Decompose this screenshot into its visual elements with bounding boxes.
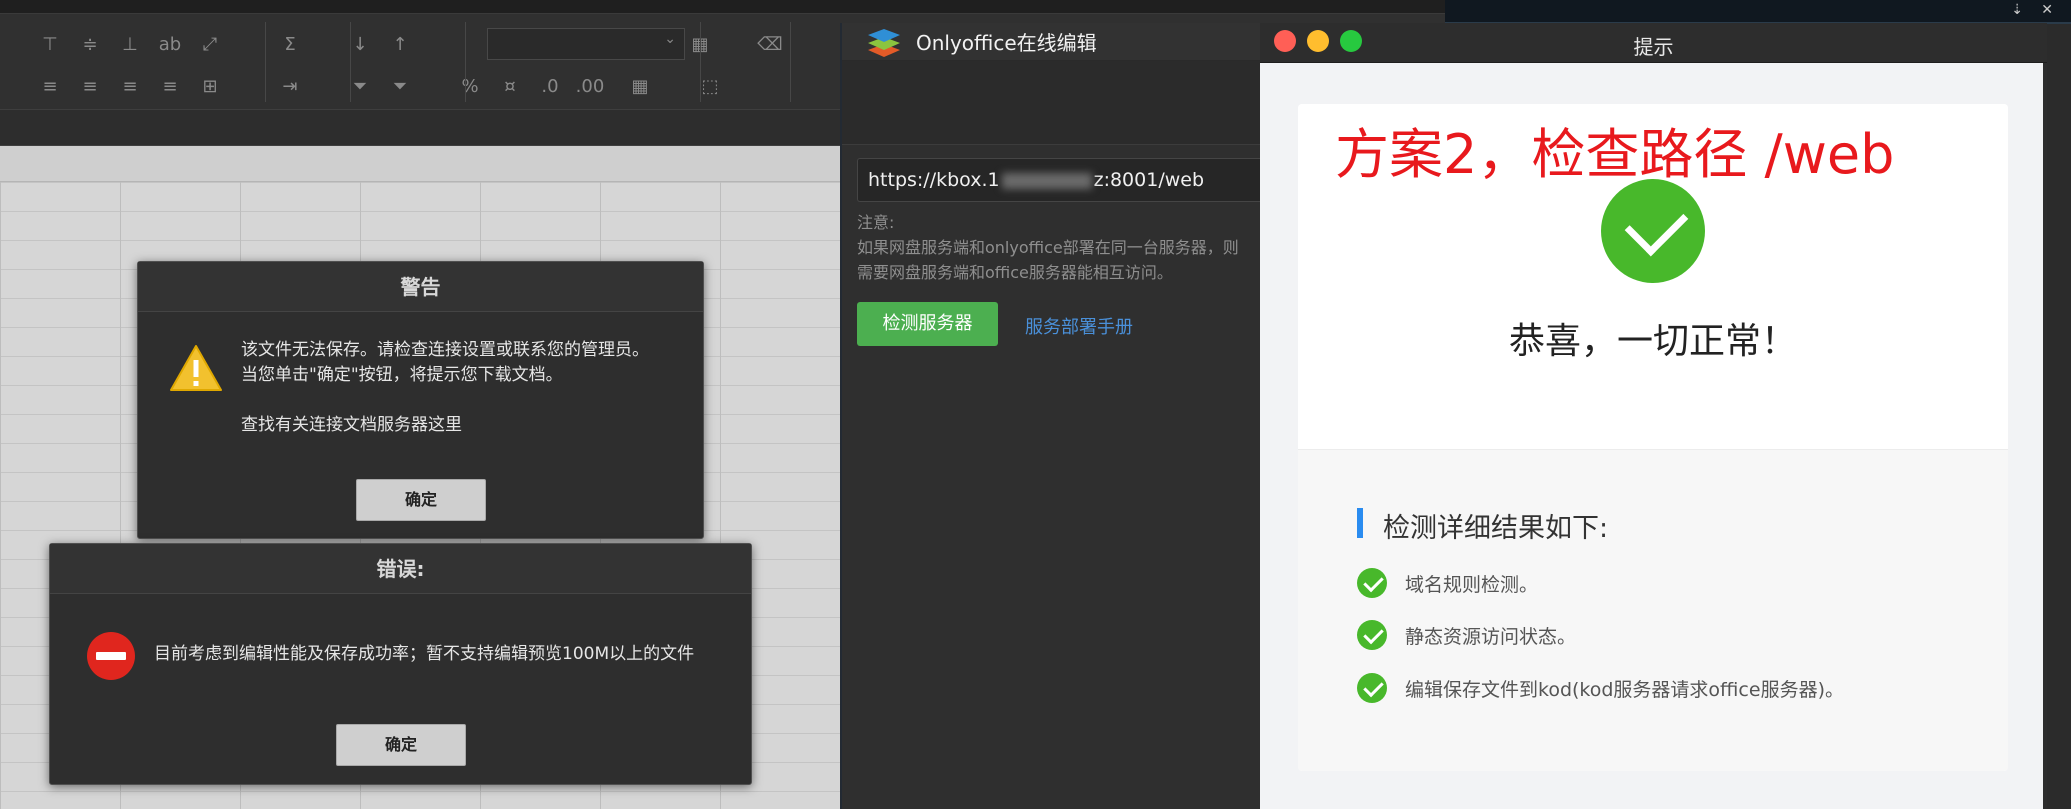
warning-line-1: 该文件无法保存。请检查连接设置或联系您的管理员。 <box>241 340 649 360</box>
check-circle-icon <box>1601 179 1705 283</box>
onlyoffice-settings-window: Onlyoffice在线编辑 https://kbox.1 z:8001/web … <box>840 23 1277 809</box>
check-result-window: 提示 方案2，检查路径 /web 恭喜，一切正常！ 检测详细结果如下: 域名规则… <box>1260 23 2047 809</box>
align-bottom-icon[interactable]: ⊥ <box>110 30 150 58</box>
desktop-screen: ⊤ ≑ ⊥ ab ⤢ Σ ↓ ↑ ▦ ⌫ ≡ ≡ ≡ ≡ ⊞ ⇥ ⏷ ⏷ % ¤… <box>0 0 2071 809</box>
number-format-select[interactable] <box>487 28 685 60</box>
align-top-icon[interactable]: ⊤ <box>30 30 70 58</box>
check-server-button[interactable]: 检测服务器 <box>857 302 998 346</box>
background-window-strip: ⇣ ✕ <box>1445 0 2071 24</box>
result-item: 域名规则检测。 <box>1357 566 1538 600</box>
text-angle-icon[interactable]: ⤢ <box>190 30 230 58</box>
align-middle-icon[interactable]: ≑ <box>70 30 110 58</box>
warning-dialog: 警告 该文件无法保存。请检查连接设置或联系您的管理员。 当您单击"确定"按钮，将… <box>137 261 704 539</box>
details-section-header: 检测详细结果如下: <box>1357 506 1608 545</box>
wrap-text-icon[interactable]: ⇥ <box>270 72 310 100</box>
red-annotation-text: 方案2，检查路径 /web <box>1335 123 1895 186</box>
server-url-prefix: https://kbox.1 <box>868 169 1000 191</box>
toolbar-divider <box>265 22 266 102</box>
warning-help-link[interactable]: 查找有关连接文档服务器这里 <box>241 413 701 438</box>
result-item-label: 编辑保存文件到kod(kod服务器请求office服务器)。 <box>1405 678 1844 701</box>
justify-icon[interactable]: ≡ <box>150 72 190 100</box>
sort-descending-icon[interactable]: ↑ <box>380 30 420 58</box>
result-titlebar: 提示 <box>1260 23 2047 63</box>
delete-cells-icon[interactable]: ▦ <box>620 72 660 100</box>
toolbar-divider <box>465 22 466 102</box>
warning-line-2: 当您单击"确定"按钮，将提示您下载文档。 <box>241 365 563 385</box>
align-right-icon[interactable]: ≡ <box>110 72 150 100</box>
warning-dialog-title: 警告 <box>138 262 703 312</box>
window-border <box>2043 63 2047 809</box>
result-item-label: 静态资源访问状态。 <box>1405 625 1577 648</box>
result-item: 静态资源访问状态。 <box>1357 618 1576 652</box>
editor-title-strip <box>0 0 1445 14</box>
check-circle-icon <box>1357 673 1387 703</box>
align-left-icon[interactable]: ≡ <box>30 72 70 100</box>
filter-icon[interactable]: ⏷ <box>340 72 380 100</box>
check-circle-icon <box>1357 568 1387 598</box>
minimize-icon[interactable]: ⇣ <box>2011 2 2023 18</box>
clear-icon[interactable]: ⌫ <box>750 30 790 58</box>
result-summary: 方案2，检查路径 /web 恭喜，一切正常！ <box>1298 104 2008 449</box>
sum-icon[interactable]: Σ <box>270 30 310 58</box>
clear-filter-icon[interactable]: ⏷ <box>380 72 420 100</box>
text-orientation-icon[interactable]: ab <box>150 30 190 58</box>
decrease-decimal-icon[interactable]: .0 <box>530 72 570 100</box>
merge-cells-icon[interactable]: ⊞ <box>190 72 230 100</box>
error-ok-button[interactable]: 确定 <box>336 724 466 766</box>
currency-icon[interactable]: ¤ <box>490 72 530 100</box>
toolbar-divider <box>790 22 791 102</box>
warning-triangle-icon <box>170 345 222 391</box>
error-dialog: 错误: 目前考虑到编辑性能及保存成功率；暂不支持编辑预览100M以上的文件 确定 <box>49 543 752 785</box>
deployment-manual-link[interactable]: 服务部署手册 <box>1025 313 1133 339</box>
onlyoffice-titlebar: Onlyoffice在线编辑 <box>842 23 1260 61</box>
error-message: 目前考虑到编辑性能及保存成功率；暂不支持编辑预览100M以上的文件 <box>154 644 695 664</box>
onlyoffice-header-band <box>842 61 1262 145</box>
result-details <box>1298 449 2008 771</box>
deployment-note: 注意: 如果网盘服务端和onlyoffice部署在同一台服务器，则 需要网盘服务… <box>857 210 1297 285</box>
result-item: 编辑保存文件到kod(kod服务器请求office服务器)。 <box>1357 671 1844 705</box>
warning-ok-button[interactable]: 确定 <box>356 479 486 521</box>
onlyoffice-logo <box>868 28 900 57</box>
warning-message: 该文件无法保存。请检查连接设置或联系您的管理员。 当您单击"确定"按钮，将提示您… <box>241 338 701 438</box>
toolbar-divider <box>700 22 701 102</box>
result-card: 方案2，检查路径 /web 恭喜，一切正常！ 检测详细结果如下: 域名规则检测。… <box>1298 104 2008 771</box>
error-stop-icon <box>87 632 135 680</box>
redacted-url-segment <box>1001 172 1092 189</box>
column-header <box>0 146 840 182</box>
result-item-label: 域名规则检测。 <box>1405 573 1539 596</box>
note-line-1: 如果网盘服务端和onlyoffice部署在同一台服务器，则 <box>857 238 1239 257</box>
percent-icon[interactable]: % <box>450 72 490 100</box>
result-window-title: 提示 <box>1633 35 1674 59</box>
toolbar-divider <box>350 22 351 102</box>
note-label: 注意: <box>857 213 895 232</box>
error-dialog-title: 错误: <box>50 544 751 594</box>
increase-decimal-icon[interactable]: .00 <box>570 72 610 100</box>
success-message: 恭喜，一切正常！ <box>1508 321 1797 362</box>
select-icon[interactable]: ⬚ <box>690 72 730 100</box>
align-center-icon[interactable]: ≡ <box>70 72 110 100</box>
check-circle-icon <box>1357 620 1387 650</box>
sort-ascending-icon[interactable]: ↓ <box>340 30 380 58</box>
note-line-2: 需要网盘服务端和office服务器能相互访问。 <box>857 263 1173 282</box>
onlyoffice-window-title: Onlyoffice在线编辑 <box>916 31 1097 55</box>
close-icon[interactable]: ✕ <box>2041 2 2053 18</box>
server-url-field[interactable]: https://kbox.1 z:8001/web <box>857 158 1277 202</box>
server-url-suffix: z:8001/web <box>1093 169 1205 191</box>
